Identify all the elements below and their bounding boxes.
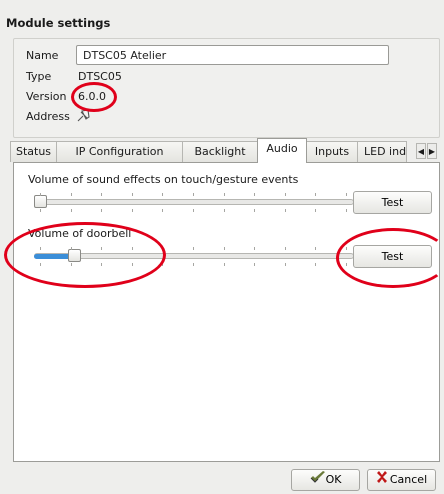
slider-tick xyxy=(254,209,255,212)
tab-scroll-right-icon[interactable]: ▶ xyxy=(427,143,437,159)
slider-tick xyxy=(132,193,133,196)
slider-tick xyxy=(101,209,102,212)
type-label: Type xyxy=(26,70,52,83)
slider-tick xyxy=(346,193,347,196)
slider-tick xyxy=(254,247,255,250)
slider-tick xyxy=(285,263,286,266)
slider-tick xyxy=(285,193,286,196)
slider-tick xyxy=(193,209,194,212)
ok-label: OK xyxy=(325,473,342,486)
tab-audio[interactable]: Audio xyxy=(257,138,307,163)
cancel-label: Cancel xyxy=(389,473,428,486)
annotation-circle-version xyxy=(71,82,117,112)
tab-bar: Status IP Configuration Backlight Audio … xyxy=(10,138,440,163)
slider-tick xyxy=(224,263,225,266)
slider-tick xyxy=(162,193,163,196)
slider-tick xyxy=(346,209,347,212)
slider-tick xyxy=(193,247,194,250)
slider-tick xyxy=(40,193,41,196)
version-label: Version xyxy=(26,90,67,103)
sfx-volume-label: Volume of sound effects on touch/gesture… xyxy=(28,173,299,186)
slider-tick xyxy=(40,209,41,212)
tab-ip-configuration[interactable]: IP Configuration xyxy=(56,141,183,162)
slider-tick xyxy=(224,193,225,196)
slider-tick xyxy=(315,193,316,196)
cancel-button[interactable]: Cancel xyxy=(367,469,436,491)
tab-inputs[interactable]: Inputs xyxy=(306,141,358,162)
tab-status[interactable]: Status xyxy=(10,141,57,162)
slider-tick xyxy=(162,209,163,212)
slider-tick xyxy=(315,209,316,212)
slider-tick xyxy=(285,247,286,250)
slider-tick xyxy=(132,209,133,212)
sfx-test-button[interactable]: Test xyxy=(353,191,432,214)
slider-tick xyxy=(315,247,316,250)
slider-tick xyxy=(71,209,72,212)
annotation-circle-test-button xyxy=(336,228,444,288)
annotation-circle-doorbell-slider xyxy=(4,222,166,288)
slider-tick xyxy=(224,209,225,212)
slider-tick xyxy=(254,193,255,196)
name-label: Name xyxy=(26,49,59,62)
slider-tick xyxy=(193,263,194,266)
tab-led-indicators[interactable]: LED ind xyxy=(357,141,407,162)
tab-backlight[interactable]: Backlight xyxy=(182,141,258,162)
tab-scroll-left-icon[interactable]: ◀ xyxy=(416,143,426,159)
slider-tick xyxy=(224,247,225,250)
slider-tick xyxy=(254,263,255,266)
slider-tick xyxy=(101,193,102,196)
slider-tick xyxy=(193,193,194,196)
audio-tab-panel: Volume of sound effects on touch/gesture… xyxy=(13,162,440,462)
type-value: DTSC05 xyxy=(78,70,122,83)
cancel-icon xyxy=(376,471,388,489)
ok-button[interactable]: OK xyxy=(291,469,360,491)
sfx-slider-ticks xyxy=(40,193,360,213)
name-field[interactable] xyxy=(76,45,389,65)
slider-tick xyxy=(285,209,286,212)
slider-tick xyxy=(315,263,316,266)
dialog-title: Module settings xyxy=(6,16,111,30)
address-label: Address xyxy=(26,110,70,123)
ok-icon xyxy=(310,471,326,489)
slider-tick xyxy=(71,193,72,196)
